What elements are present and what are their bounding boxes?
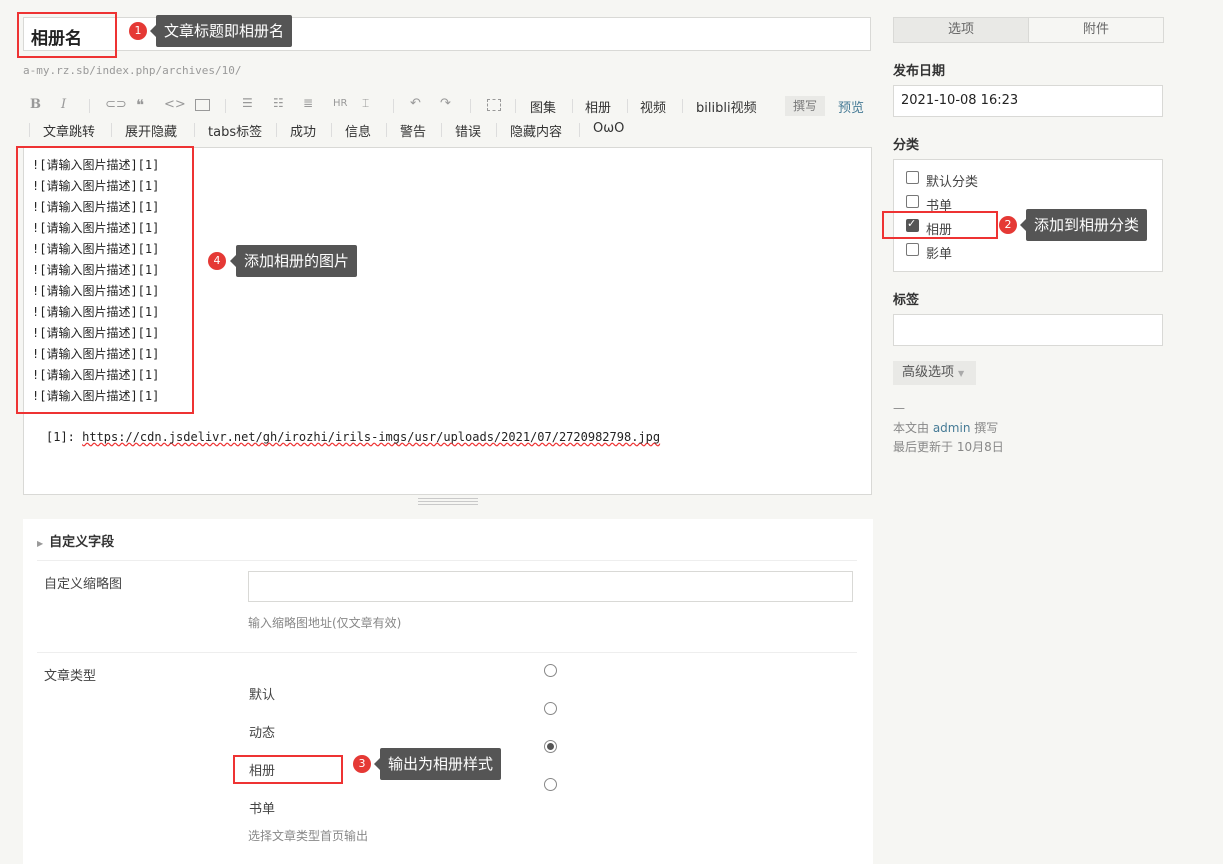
thumb-label: 自定义缩略图 [44,577,123,592]
post-type-album-radio[interactable] [544,740,557,753]
fullscreen-icon[interactable] [487,99,501,111]
tab-attachments[interactable]: 附件 [1029,18,1163,42]
undo-icon[interactable]: ↶ [410,96,421,111]
hr-icon[interactable]: HR [333,98,347,109]
toolbar-video-button[interactable]: 视频 [640,97,666,116]
post-type-option-label: 书单 [249,802,276,817]
advanced-options-button[interactable]: 高级选项 ▼ [893,361,976,385]
more-icon[interactable]: ⌶ [362,96,369,111]
toolbar-success-button[interactable]: 成功 [290,121,316,140]
reference-url: https://cdn.jsdelivr.net/gh/irozhi/irils… [82,430,661,444]
annotation-tooltip-2: 添加到相册分类 [1019,209,1148,241]
meta-updated: 最后更新于 10月8日 [893,440,1004,454]
annotation-box-post-type [233,755,343,784]
quote-icon[interactable]: ❝ [136,96,144,114]
tags-input[interactable] [893,314,1163,346]
thumbnail-input[interactable] [248,571,853,602]
mode-write-tab[interactable]: 撰写 [785,96,825,116]
link-icon[interactable]: ⊂⊃ [105,97,127,112]
toolbar-expand-hide-button[interactable]: 展开隐藏 [125,121,177,140]
toolbar-gallery-button[interactable]: 图集 [530,97,556,116]
post-type-booklist-radio[interactable] [544,778,557,791]
editor-reference-line: [1]: https://cdn.jsdelivr.net/gh/irozhi/… [46,430,660,444]
toolbar-album-button[interactable]: 相册 [585,97,611,116]
annotation-box-images [16,146,194,414]
post-type-option-label: 动态 [249,726,276,741]
category-item-label: 默认分类 [926,175,979,190]
permalink[interactable]: a-my.rz.sb/index.php/archives/10/ [23,64,242,77]
tab-options[interactable]: 选项 [894,18,1029,42]
mode-preview-tab[interactable]: 预览 [838,97,864,116]
category-label: 分类 [893,138,920,153]
category-checkbox-filmlist[interactable] [906,243,919,256]
category-checkbox-booklist[interactable] [906,195,919,208]
code-icon[interactable]: <> [164,97,186,112]
caret-right-icon: ▶ [37,539,44,548]
annotation-tooltip-3: 输出为相册样式 [373,748,502,780]
toolbar-tabs-button[interactable]: tabs标签 [208,121,262,140]
italic-icon[interactable]: I [61,97,66,112]
meta-author-line: 本文由 admin 撰写 [893,421,999,435]
bold-icon[interactable]: B [30,97,41,112]
heading-icon[interactable]: ≣ [303,96,313,110]
toolbar-info-button[interactable]: 信息 [345,121,371,140]
toolbar-hidden-content-button[interactable]: 隐藏内容 [510,121,562,140]
sidebar-tabs: 选项 附件 [893,17,1164,43]
unordered-list-icon[interactable]: ☷ [273,96,284,110]
category-item-label: 影单 [926,247,953,262]
reference-prefix: [1]: [46,430,83,444]
annotation-box-title [17,12,117,58]
tags-label: 标签 [893,293,920,308]
publish-date-input[interactable]: 2021-10-08 16:23 [893,85,1163,117]
post-type-default-radio[interactable] [544,664,557,677]
post-type-dynamic-radio[interactable] [544,702,557,715]
annotation-tooltip-1: 文章标题即相册名 [149,15,293,47]
post-type-option-label: 默认 [249,688,276,703]
toolbar-warning-button[interactable]: 警告 [400,121,426,140]
annotation-badge-1: 1 [129,22,147,40]
toolbar-emoji-button[interactable]: OωO [593,121,624,136]
publish-date-label: 发布日期 [893,64,946,79]
category-checkbox-default[interactable] [906,171,919,184]
annotation-tooltip-4: 添加相册的图片 [229,245,358,277]
annotation-box-category [882,211,998,239]
annotation-badge-3: 3 [353,755,371,773]
caret-down-icon: ▼ [958,369,965,378]
custom-fields-header[interactable]: ▶ 自定义字段 [37,531,114,550]
annotation-badge-4: 4 [208,252,226,270]
meta-dash: — [893,401,905,415]
image-icon[interactable] [195,99,210,111]
toolbar-article-jump-button[interactable]: 文章跳转 [43,121,95,140]
post-type-hint: 选择文章类型首页输出 [248,829,369,843]
thumb-hint: 输入缩略图地址(仅文章有效) [248,616,402,630]
ordered-list-icon[interactable]: ☰ [242,96,253,110]
redo-icon[interactable]: ↷ [440,96,451,111]
post-type-label: 文章类型 [44,669,97,684]
editor-resize-handle[interactable] [418,496,478,505]
author-link[interactable]: admin [933,421,971,435]
annotation-badge-2: 2 [999,216,1017,234]
toolbar-bilibili-button[interactable]: bilibli视频 [696,97,757,116]
toolbar-error-button[interactable]: 错误 [455,121,481,140]
